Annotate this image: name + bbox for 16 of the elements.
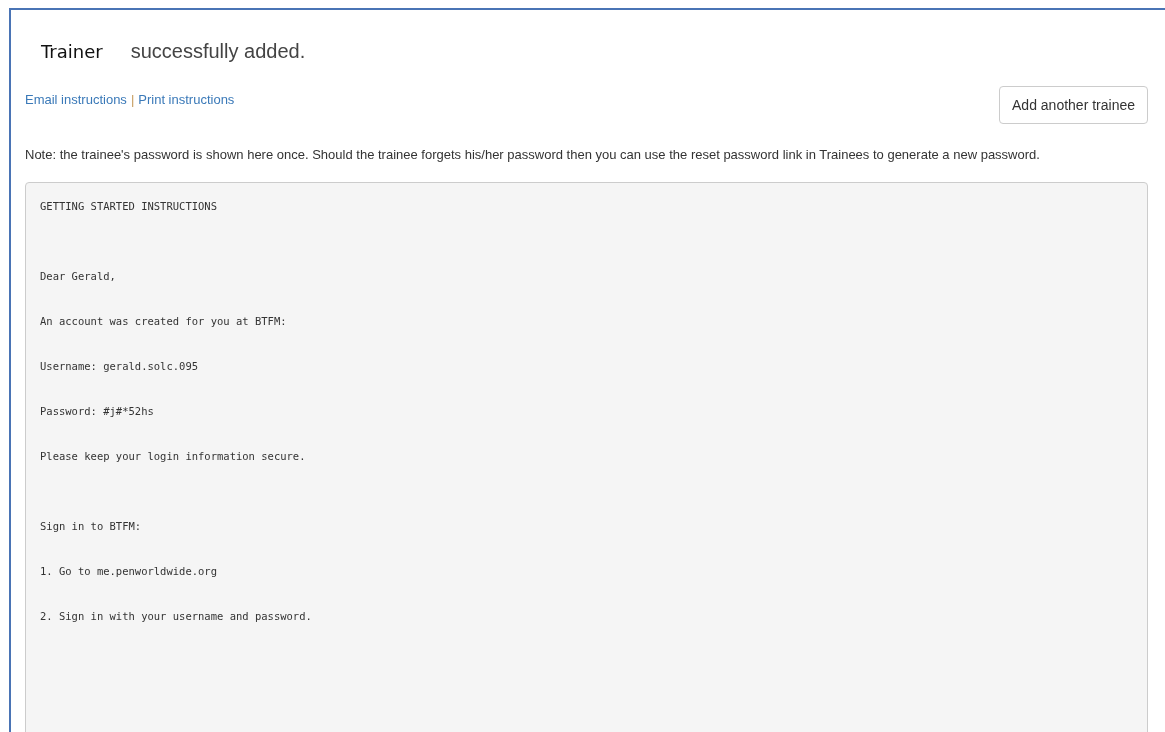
add-trainee-button[interactable]: Add another trainee bbox=[999, 86, 1148, 124]
instruction-line: Sign in to BTFM: bbox=[40, 519, 143, 534]
instruction-line: Password: #j#*52hs bbox=[40, 404, 155, 419]
instructions-link[interactable]: Email instructions bbox=[25, 92, 127, 107]
success-message: successfully added. bbox=[130, 40, 306, 63]
note-text: Note: the trainee's password is shown here once. Should the trainee forgets his/her password then you can use the reset password link in Trainees to generate a new password. bbox=[25, 146, 1041, 164]
link-separator: | bbox=[130, 92, 135, 107]
instruction-line: 1. Go to me.penworldwide.org bbox=[40, 564, 218, 579]
instruction-line: Dear Gerald, bbox=[40, 269, 117, 284]
trainer-name: Trainer bbox=[41, 41, 103, 62]
instruction-line: Username: gerald.solc.095 bbox=[40, 359, 200, 374]
instruction-line: 2. Sign in with your username and password. bbox=[40, 609, 313, 624]
instructions-link[interactable]: Print instructions bbox=[138, 92, 235, 107]
instruction-line: Please keep your login information secure. bbox=[40, 449, 307, 464]
instruction-line: GETTING STARTED INSTRUCTIONS bbox=[40, 199, 218, 214]
instruction-line: An account was created for you at BTFM: bbox=[40, 314, 288, 329]
